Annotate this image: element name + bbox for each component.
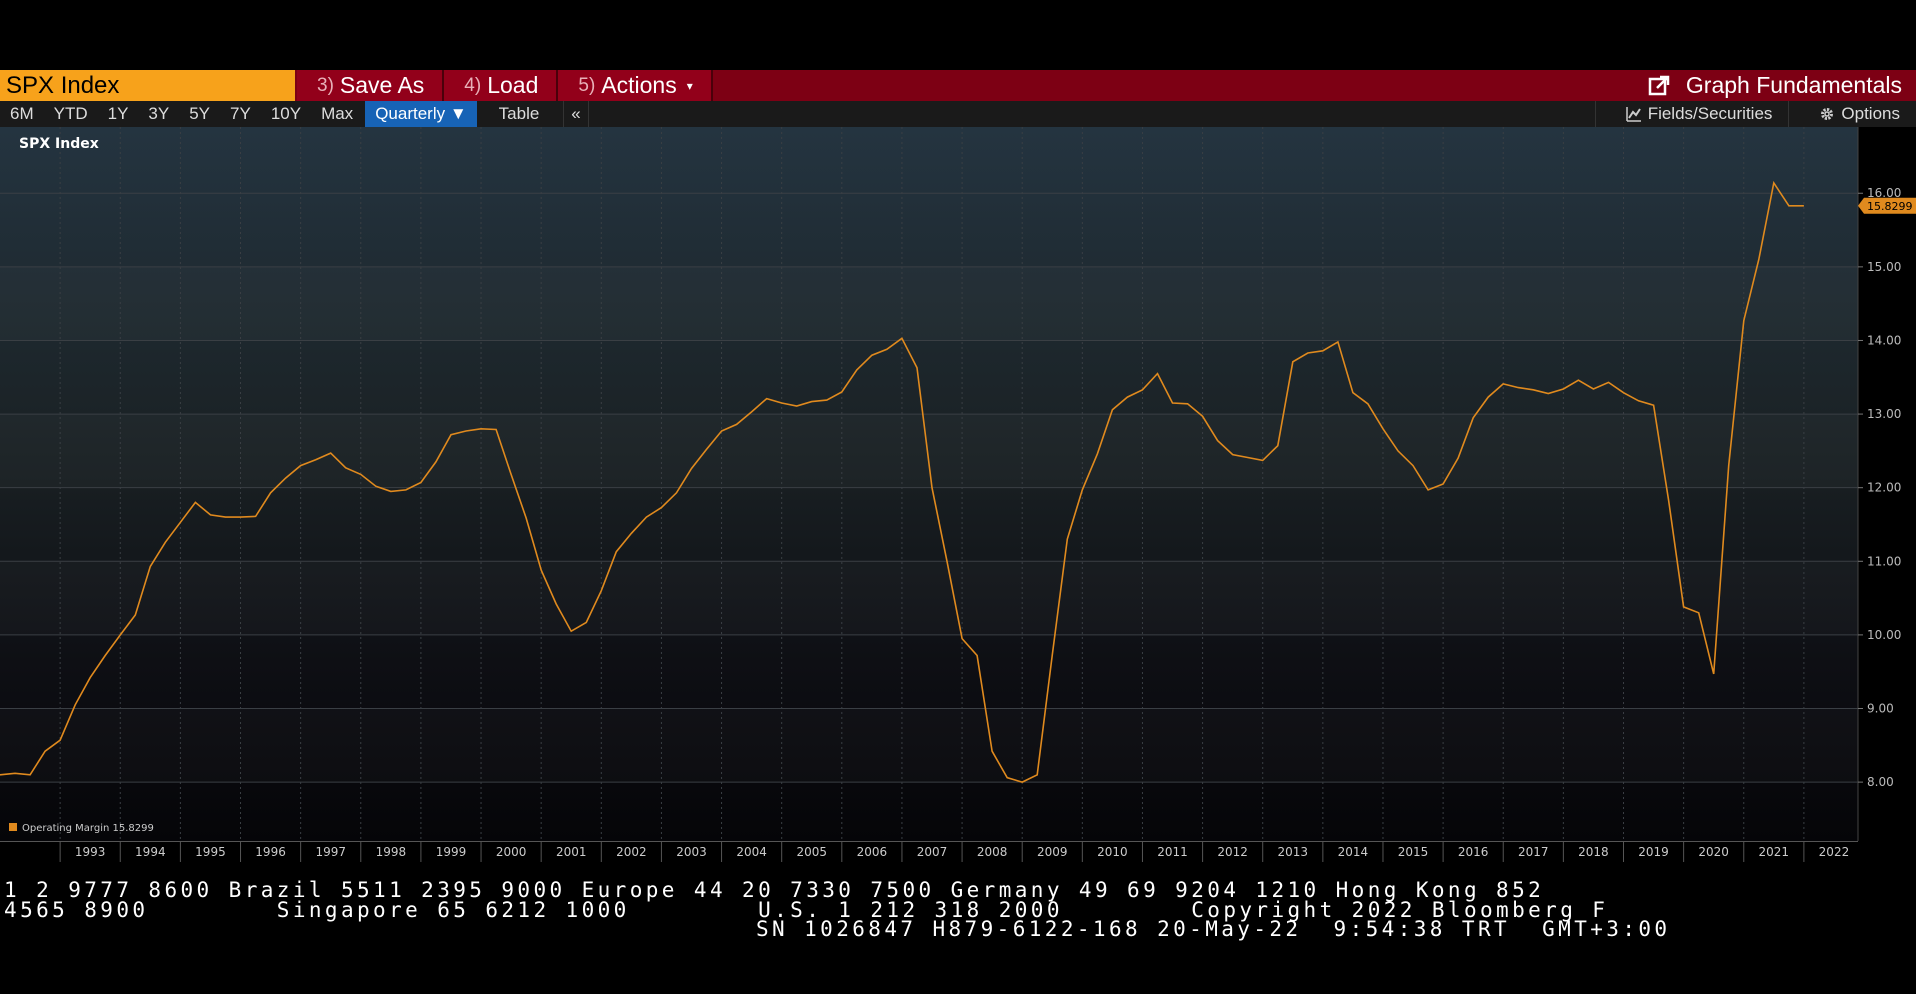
save-as-number: 3) (317, 74, 334, 96)
plot-band (0, 267, 1858, 341)
save-as-button[interactable]: 3) Save As (297, 70, 445, 101)
x-tick-label: 1998 (376, 845, 407, 859)
x-tick-label: 2020 (1698, 845, 1729, 859)
range-max-button[interactable]: Max (311, 101, 363, 127)
x-tick-label: 2001 (556, 845, 587, 859)
table-button[interactable]: Table (483, 101, 558, 127)
x-tick-label: 2014 (1338, 845, 1369, 859)
x-tick-label: 2005 (796, 845, 827, 859)
options-label: Options (1841, 104, 1900, 123)
range-ytd-button[interactable]: YTD (44, 101, 98, 127)
x-tick-label: 2011 (1157, 845, 1188, 859)
footer-line-1: 61 2 9777 8600 Brazil 5511 2395 9000 Eur… (0, 878, 1545, 902)
x-tick-label: 2007 (917, 845, 948, 859)
external-link-icon (1648, 75, 1670, 95)
y-axis-ticks: 8.009.0010.0011.0012.0013.0014.0015.0016… (1858, 186, 1901, 789)
x-tick-label: 2003 (676, 845, 707, 859)
x-tick-label: 2022 (1819, 845, 1850, 859)
y-tick-label: 14.00 (1867, 333, 1901, 347)
gear-icon (1821, 108, 1834, 120)
x-tick-label: 2016 (1458, 845, 1489, 859)
x-tick-label: 2017 (1518, 845, 1549, 859)
period-dropdown[interactable]: Quarterly ▼ (365, 101, 477, 127)
chart-title: SPX Index (19, 136, 99, 152)
line-chart[interactable]: SPX Index Operating Margin 15.8299 8.00 9… (0, 127, 1916, 841)
actions-number: 5) (578, 74, 596, 96)
load-button[interactable]: 4) Load (444, 70, 559, 101)
plot-band (0, 709, 1858, 783)
collapse-button[interactable]: « (563, 101, 589, 127)
x-tick-label: 2009 (1037, 845, 1068, 859)
range-10y-button[interactable]: 10Y (261, 101, 311, 127)
time-range-bar: 6M YTD 1Y 3Y 5Y 7Y 10Y Max Quarterly ▼ T… (0, 101, 1916, 127)
chart-area: SPX Index Operating Margin 15.8299 8.00 9… (0, 127, 1916, 841)
graph-fundamentals-label: Graph Fundamentals (1685, 72, 1902, 98)
range-7y-button[interactable]: 7Y (220, 101, 261, 127)
last-value-label: 15.8299 (1867, 200, 1913, 213)
launchpad-toolbar: SPX Index 3) Save As 4) Load 5) Actions … (0, 70, 1916, 101)
fields-securities-button[interactable]: Fields/Securities (1594, 101, 1789, 127)
ticker-input[interactable]: SPX Index (0, 70, 295, 101)
x-tick-label: 1994 (135, 845, 166, 859)
legend: Operating Margin 15.8299 (9, 823, 154, 834)
ticker-text: SPX Index (6, 71, 120, 99)
x-tick-label: 2019 (1638, 845, 1669, 859)
x-tick-label: 1997 (315, 845, 346, 859)
actions-button[interactable]: 5) Actions ▾ (558, 70, 713, 101)
terminal-footer: 61 2 9777 8600 Brazil 5511 2395 9000 Eur… (0, 876, 1916, 994)
x-tick-label: 2002 (616, 845, 647, 859)
range-3y-button[interactable]: 3Y (138, 101, 179, 127)
range-5y-button[interactable]: 5Y (179, 101, 220, 127)
x-tick-label: 2000 (496, 845, 527, 859)
x-tick-label: 1999 (436, 845, 467, 859)
y-tick-label: 10.00 (1867, 628, 1901, 642)
x-tick-label: 2021 (1759, 845, 1790, 859)
actions-label: Actions (601, 72, 677, 98)
chart-line-icon (1625, 107, 1641, 122)
save-as-label: Save As (339, 72, 425, 98)
plot-band (0, 561, 1858, 635)
x-tick-label: 2008 (977, 845, 1008, 859)
load-number: 4) (464, 74, 482, 96)
graph-fundamentals-button[interactable]: Graph Fundamentals (1648, 70, 1916, 101)
y-tick-label: 15.00 (1867, 260, 1901, 274)
load-label: Load (487, 72, 539, 98)
y-tick-label: 9.00 (1867, 702, 1894, 716)
options-button[interactable]: Options (1788, 101, 1916, 127)
footer-line-3: SN 1026847 H879-6122-168 20-May-22 9:54:… (756, 917, 1671, 941)
y-tick-label: 13.00 (1867, 407, 1901, 421)
x-tick-label: 1996 (255, 845, 286, 859)
range-6m-button[interactable]: 6M (0, 101, 44, 127)
x-tick-label: 2018 (1578, 845, 1609, 859)
x-tick-label: 2015 (1398, 845, 1429, 859)
range-1y-button[interactable]: 1Y (98, 101, 139, 127)
x-axis: 1993 1994 1995 1996 1997 1998 1999 2000 2001 2002… (0, 841, 1858, 862)
fields-securities-label: Fields/Securities (1647, 104, 1773, 123)
y-tick-label: 12.00 (1867, 481, 1901, 495)
y-tick-label: 11.00 (1867, 554, 1901, 568)
x-tick-label: 2004 (736, 845, 767, 859)
chevron-down-icon: ▾ (686, 78, 693, 93)
x-tick-label: 2006 (857, 845, 888, 859)
legend-label: Operating Margin 15.8299 (22, 823, 154, 834)
x-tick-label: 1993 (75, 845, 106, 859)
y-tick-label: 8.00 (1867, 775, 1894, 789)
x-tick-label: 2012 (1217, 845, 1248, 859)
last-value-marker: 15.8299 (1858, 197, 1916, 214)
x-tick-label: 1995 (195, 845, 226, 859)
x-tick-label: 2013 (1278, 845, 1309, 859)
x-tick-label: 2010 (1097, 845, 1128, 859)
legend-swatch (9, 823, 17, 831)
plot-band (0, 414, 1858, 488)
